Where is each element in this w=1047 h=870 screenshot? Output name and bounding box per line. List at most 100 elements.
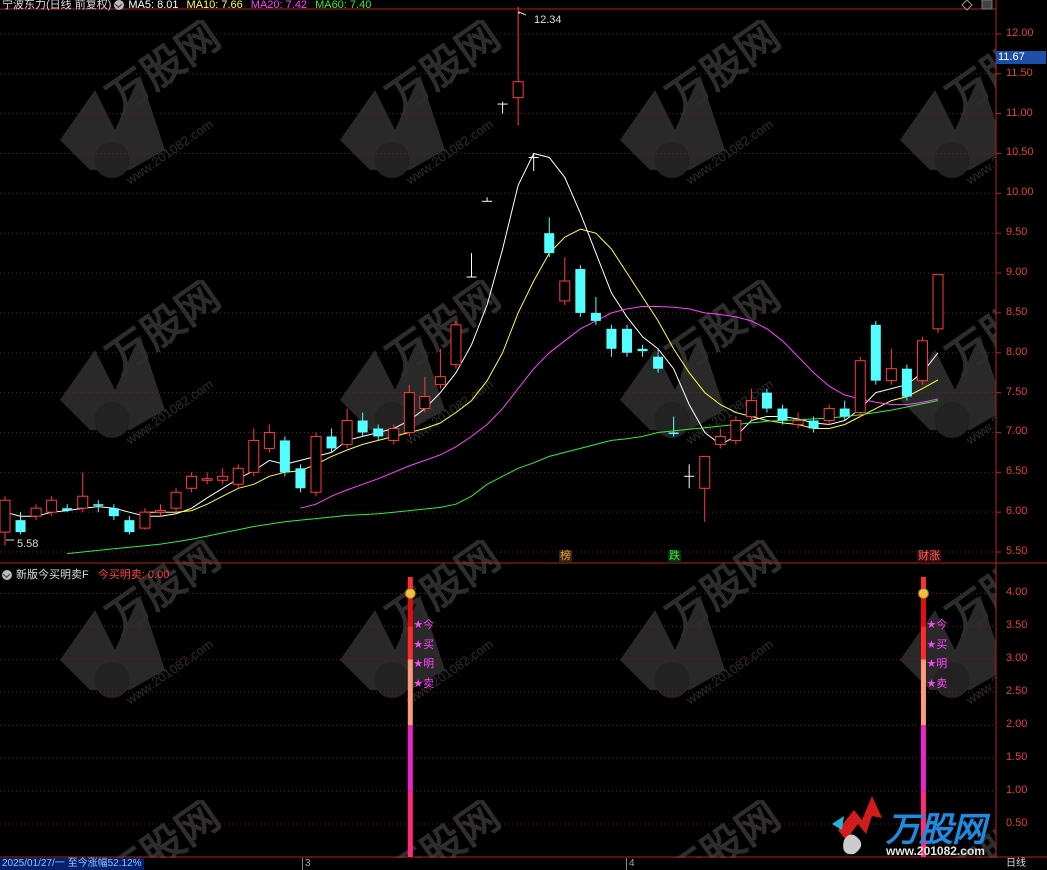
candle-body bbox=[46, 499, 58, 513]
signal-label: ★买 bbox=[926, 638, 948, 651]
candle-body bbox=[854, 360, 866, 414]
indicator-axis-label: 4.00 bbox=[1006, 586, 1028, 599]
price-axis-label: 6.50 bbox=[1006, 465, 1028, 478]
signal-bar-segment bbox=[407, 626, 413, 660]
site-logo: 万股网 www.201082.com bbox=[832, 790, 1002, 858]
candle-body bbox=[559, 280, 571, 302]
candle bbox=[916, 336, 928, 385]
candle-body bbox=[279, 440, 290, 473]
indicator-axis-label: 1.50 bbox=[1006, 751, 1028, 764]
candle-body bbox=[575, 269, 586, 313]
candle-body bbox=[373, 428, 384, 437]
indicator-name[interactable]: 新版今买明卖F bbox=[16, 569, 89, 581]
ma-legend-item: MA60: 7.40 bbox=[315, 0, 372, 11]
candle bbox=[310, 432, 322, 497]
candle-body bbox=[745, 400, 757, 418]
logo-url: www.201082.com bbox=[886, 844, 985, 858]
signal-label: ★卖 bbox=[413, 677, 435, 690]
price-axis-label: 11.50 bbox=[1006, 66, 1033, 79]
candle-body bbox=[761, 392, 772, 409]
candle-body bbox=[124, 520, 135, 533]
candle-body bbox=[870, 324, 881, 381]
month-mark-3: 3 bbox=[302, 858, 311, 870]
candle bbox=[232, 464, 244, 489]
indicator-axis-label: 1.00 bbox=[1006, 784, 1028, 797]
candle-body bbox=[388, 427, 400, 441]
signal-label: ★卖 bbox=[926, 677, 948, 690]
logo-arrow-icon bbox=[838, 796, 882, 840]
candle-body bbox=[544, 233, 555, 254]
candle-body bbox=[263, 431, 275, 449]
candle-body bbox=[653, 356, 664, 369]
event-tag-bang[interactable]: 榜 bbox=[559, 550, 572, 563]
candle-body bbox=[30, 507, 42, 517]
candle-body bbox=[77, 495, 89, 509]
candle-body bbox=[326, 436, 337, 449]
signal-label: ★今 bbox=[413, 619, 435, 631]
candle bbox=[575, 265, 586, 317]
signal-bar-segment bbox=[407, 725, 413, 792]
candle-body bbox=[341, 420, 353, 445]
candle-body bbox=[108, 508, 119, 517]
price-axis-label: 12.00 bbox=[1006, 26, 1034, 39]
candle-body bbox=[901, 368, 912, 397]
candle-body bbox=[450, 324, 462, 366]
candle-body bbox=[590, 312, 601, 321]
candle-body bbox=[186, 475, 198, 489]
candle-body bbox=[0, 499, 11, 533]
candle bbox=[279, 436, 290, 477]
candle-body bbox=[170, 491, 182, 509]
indicator-axis-label: 3.50 bbox=[1006, 619, 1028, 632]
stock-title[interactable]: 宁波东力(日线 前复权) bbox=[2, 0, 111, 11]
indicator-axis-label: 2.00 bbox=[1006, 718, 1028, 731]
indicator-menu-icon[interactable] bbox=[2, 570, 12, 581]
price-axis-label: 11.00 bbox=[1006, 106, 1033, 119]
candle-body bbox=[637, 348, 648, 352]
candle-body bbox=[932, 274, 944, 330]
indicator-header: 新版今买明卖F 今买明卖: 0.00 bbox=[2, 566, 169, 582]
event-tag-caizhang[interactable]: 财涨 bbox=[917, 550, 941, 563]
price-axis-label: 6.00 bbox=[1006, 505, 1028, 518]
chevron-down-icon[interactable] bbox=[114, 0, 125, 11]
watermark-layer bbox=[0, 0, 996, 858]
candle-body bbox=[201, 478, 213, 481]
indicator-axis-label: 2.50 bbox=[1006, 685, 1028, 698]
candle-body bbox=[668, 432, 679, 435]
candle-body bbox=[622, 328, 632, 353]
current-price-tag: 11.67 bbox=[996, 51, 1046, 64]
candle-body bbox=[295, 468, 306, 489]
candle bbox=[403, 384, 415, 437]
scroll-icon[interactable] bbox=[981, 0, 993, 10]
event-tag-die[interactable]: 跌 bbox=[668, 550, 681, 563]
candle-body bbox=[808, 420, 819, 429]
high-price-label: 12.34 bbox=[534, 14, 562, 26]
candle-body bbox=[217, 475, 229, 481]
price-axis-label: 10.00 bbox=[1006, 186, 1034, 199]
candle bbox=[870, 320, 881, 385]
candle-body bbox=[434, 376, 446, 386]
candle-body bbox=[155, 510, 166, 513]
ma-legend: MA5: 8.01 MA10: 7.66 MA20: 7.42 MA60: 7.40 bbox=[128, 0, 379, 11]
ma-legend-item: MA5: 8.01 bbox=[128, 0, 179, 11]
signal-bar-segment bbox=[920, 725, 926, 792]
indicator-value: 今买明卖: 0.00 bbox=[97, 569, 170, 581]
period-label[interactable]: 日线 bbox=[1006, 858, 1026, 870]
price-axis-label: 5.50 bbox=[1006, 545, 1028, 558]
signal-label: ★明 bbox=[926, 658, 948, 670]
price-axis-label: 7.50 bbox=[1006, 385, 1028, 398]
candle-body bbox=[839, 408, 850, 417]
indicator-axis-label: 3.00 bbox=[1006, 652, 1028, 665]
ma-legend-item: MA20: 7.42 bbox=[250, 0, 308, 11]
candle bbox=[295, 464, 306, 493]
coin-icon bbox=[917, 587, 929, 599]
candle-body bbox=[419, 396, 431, 410]
candle bbox=[170, 488, 182, 513]
candle-body bbox=[403, 392, 415, 433]
candle-body bbox=[357, 420, 368, 433]
candle-body bbox=[730, 420, 742, 441]
signal-bar-segment bbox=[407, 659, 413, 726]
candle-body bbox=[823, 408, 835, 422]
footer-bar: 2025/01/27/一 至今涨幅52.12% 3 4 日线 bbox=[0, 858, 1047, 870]
month-mark-4: 4 bbox=[626, 858, 635, 870]
candle-body bbox=[699, 455, 711, 489]
